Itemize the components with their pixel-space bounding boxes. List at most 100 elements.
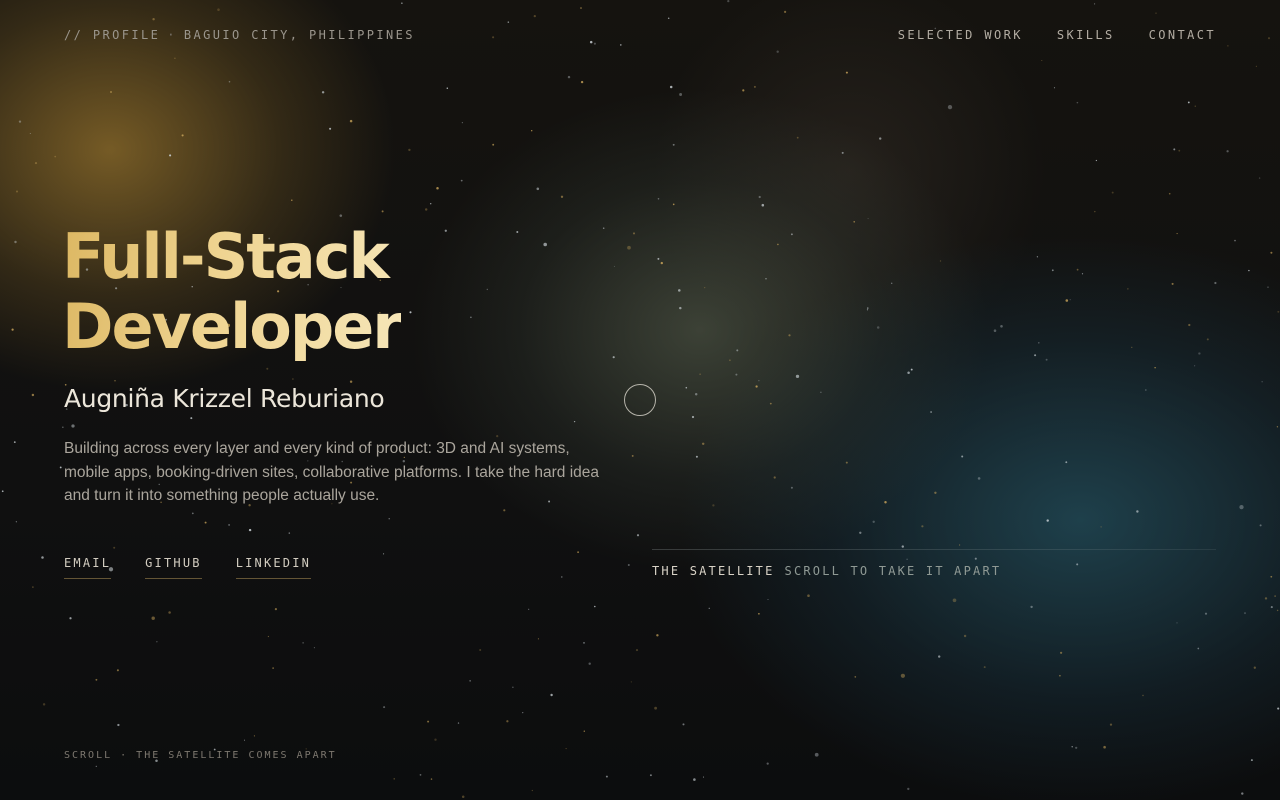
star xyxy=(974,557,977,560)
github-link[interactable]: GITHUB xyxy=(145,556,202,579)
star xyxy=(461,795,465,799)
star xyxy=(580,7,582,9)
star xyxy=(1255,65,1257,67)
star xyxy=(1094,3,1096,5)
star xyxy=(1065,461,1068,464)
hero-title: Full-Stack Developer xyxy=(62,222,401,362)
satellite-scroll-hint: SCROLL TO TAKE IT APART xyxy=(784,564,1002,578)
star xyxy=(528,608,530,610)
star xyxy=(776,50,779,53)
star xyxy=(1264,597,1268,600)
star xyxy=(701,442,705,446)
star xyxy=(947,104,953,110)
star xyxy=(630,681,632,683)
star xyxy=(1197,647,1200,650)
profile-location-label: // PROFILE · BAGUIO CITY, PHILIPPINES xyxy=(64,28,415,42)
star xyxy=(589,40,593,44)
star xyxy=(1214,281,1217,285)
star xyxy=(1059,651,1063,654)
star xyxy=(31,393,35,397)
star xyxy=(253,735,255,737)
star xyxy=(1071,746,1073,748)
star xyxy=(907,371,910,374)
star xyxy=(1194,365,1196,367)
star xyxy=(507,21,510,23)
star xyxy=(430,778,433,780)
hero-title-line-1: Full-Stack xyxy=(62,220,388,293)
star xyxy=(765,278,767,280)
star xyxy=(577,551,580,554)
star xyxy=(654,706,657,710)
star xyxy=(729,359,731,362)
star xyxy=(383,706,386,709)
email-link[interactable]: EMAIL xyxy=(64,556,112,579)
star xyxy=(1204,612,1208,615)
star xyxy=(657,257,660,260)
star xyxy=(436,186,439,190)
star xyxy=(329,127,332,130)
star xyxy=(790,486,793,489)
star xyxy=(470,316,472,319)
star xyxy=(891,282,893,284)
star xyxy=(708,607,710,609)
star xyxy=(117,723,120,727)
star xyxy=(1241,792,1244,795)
star xyxy=(427,720,430,723)
star xyxy=(1100,526,1102,528)
star xyxy=(841,151,844,154)
star xyxy=(401,2,403,4)
star xyxy=(795,374,800,379)
star xyxy=(649,774,652,777)
star xyxy=(116,669,119,672)
satellite-caption: THE SATELLITE SCROLL TO TAKE IT APART xyxy=(652,564,1001,578)
linkedin-link[interactable]: LINKEDIN xyxy=(235,556,312,579)
star xyxy=(533,14,536,18)
star xyxy=(679,306,682,310)
star xyxy=(635,649,639,652)
star xyxy=(71,424,75,428)
star xyxy=(636,534,640,537)
star xyxy=(217,8,220,11)
star xyxy=(274,608,277,611)
star xyxy=(1046,519,1049,522)
star xyxy=(32,586,34,588)
star xyxy=(1038,342,1040,344)
star xyxy=(444,229,447,232)
star xyxy=(602,227,605,229)
star xyxy=(796,136,799,139)
star xyxy=(191,512,194,515)
star xyxy=(457,722,460,724)
star xyxy=(814,752,819,757)
star xyxy=(503,509,506,512)
star xyxy=(1277,707,1280,710)
star xyxy=(907,787,910,791)
star xyxy=(393,778,395,780)
star xyxy=(1187,101,1190,104)
star xyxy=(755,385,758,388)
star xyxy=(114,380,116,382)
star xyxy=(594,605,596,608)
star xyxy=(408,148,411,152)
location-text: BAGUIO CITY, PHILIPPINES xyxy=(183,28,415,42)
star xyxy=(906,558,908,560)
star xyxy=(1144,389,1147,391)
star xyxy=(291,199,293,202)
star xyxy=(657,198,660,200)
star xyxy=(612,356,615,359)
star xyxy=(853,221,855,223)
star xyxy=(42,703,46,706)
star xyxy=(900,673,906,678)
star xyxy=(29,132,31,135)
star xyxy=(1234,239,1236,242)
star xyxy=(1206,338,1209,341)
nav-skills[interactable]: SKILLS xyxy=(1057,28,1115,42)
nav-selected-work[interactable]: SELECTED WORK xyxy=(898,28,1023,42)
star xyxy=(790,233,793,236)
star xyxy=(1030,605,1033,609)
star xyxy=(15,521,17,523)
nav-contact[interactable]: CONTACT xyxy=(1149,28,1216,42)
star xyxy=(1131,346,1133,348)
star xyxy=(1239,504,1244,510)
star xyxy=(302,642,304,644)
star xyxy=(419,774,422,776)
